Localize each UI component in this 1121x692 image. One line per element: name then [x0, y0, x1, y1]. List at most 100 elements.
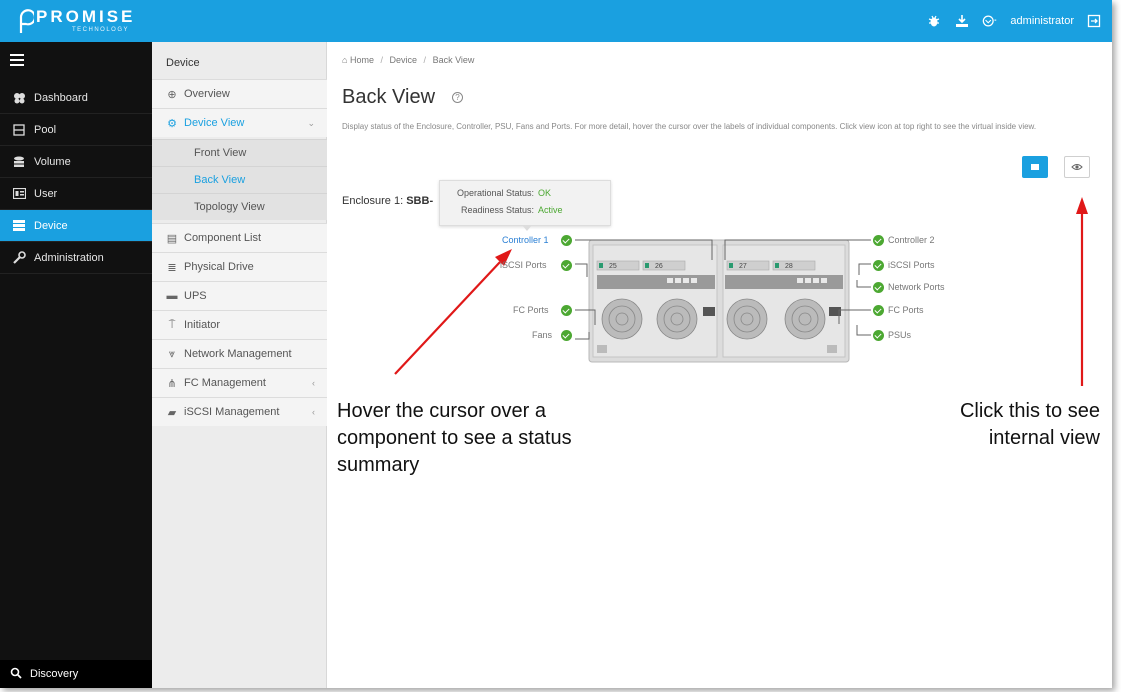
iscsi-ports-left-label[interactable]: iSCSI Ports [500, 260, 547, 270]
gear-icon: ⚙ [167, 117, 177, 130]
page-description: Display status of the Enclosure, Control… [342, 122, 1037, 131]
fans-status-icon [561, 330, 572, 341]
fc-ports-right-label[interactable]: FC Ports [888, 305, 924, 315]
readiness-status-label: Readiness Status: [460, 205, 534, 215]
battery-icon: ▬ [166, 290, 178, 302]
controller-1-status-icon [561, 235, 572, 246]
submenu-item-ups[interactable]: ▬ UPS [152, 281, 327, 310]
operational-status-label: Operational Status: [456, 188, 534, 198]
sidebar-item-dashboard[interactable]: Dashboard [0, 82, 152, 114]
tooltip-caret [522, 225, 532, 231]
readiness-status-value: Active [538, 205, 563, 215]
submenu-item-initiator[interactable]: ⍑ Initiator [152, 310, 327, 339]
breadcrumb-current: Back View [432, 55, 475, 65]
submenu-item-fc-management[interactable]: ⋔ FC Management ‹ [152, 368, 327, 397]
callout-line: Hover the cursor over a [337, 400, 546, 422]
breadcrumb: ⌂ Home / Device / Back View [342, 55, 475, 65]
sidebar-item-label: Volume [34, 155, 71, 168]
pool-icon [12, 123, 26, 136]
chevron-left-icon: ‹ [312, 407, 315, 417]
globe-icon: ⊕ [167, 88, 177, 101]
submenu-item-label: Physical Drive [184, 261, 254, 273]
sidebar-item-user[interactable]: User [0, 178, 152, 210]
promise-logo[interactable]: PROMISE TECHNOLOGY [12, 5, 152, 37]
submenu-item-label: FC Management [184, 377, 266, 389]
callout-line: internal view [988, 427, 1100, 449]
back-view-button[interactable] [1022, 156, 1048, 178]
submenu-item-label: Back View [194, 174, 246, 186]
discovery-label: Discovery [30, 668, 79, 680]
fc-ports-left-status-icon [561, 305, 572, 316]
page-title: Back View [342, 86, 436, 108]
submenu-header: Device [166, 57, 200, 69]
chevron-left-icon: ‹ [312, 378, 315, 388]
top-bar: PROMISE TECHNOLOGY administrator [0, 0, 1112, 42]
submenu-item-component-list[interactable]: ▤ Component List [152, 223, 327, 252]
fc-ports-right-status-icon [873, 305, 884, 316]
callout-line: summary [337, 454, 420, 476]
sidebar-item-pool[interactable]: Pool [0, 114, 152, 146]
sidebar-item-label: Administration [34, 251, 104, 264]
submenu-item-label: Network Management [184, 348, 292, 360]
user-name[interactable]: administrator [1010, 15, 1074, 27]
submenu-item-iscsi-management[interactable]: ▰ iSCSI Management ‹ [152, 397, 327, 426]
main-content: ⌂ Home / Device / Back View Back View ? … [327, 42, 1112, 688]
submenu-item-back-view[interactable]: Back View [152, 166, 327, 193]
submenu-item-device-view[interactable]: ⚙ Device View ⌄ [152, 108, 327, 137]
submenu-item-topology-view[interactable]: Topology View [152, 193, 327, 220]
sidebar-item-label: User [34, 187, 58, 200]
user-status-icon[interactable] [982, 13, 998, 29]
internal-view-button[interactable] [1064, 156, 1090, 178]
submenu-item-physical-drive[interactable]: ≣ Physical Drive [152, 252, 327, 281]
psus-label[interactable]: PSUs [888, 330, 911, 340]
download-icon[interactable] [954, 13, 970, 29]
port-label: 25 [609, 263, 617, 270]
logout-icon[interactable] [1086, 13, 1102, 29]
sidebar-item-volume[interactable]: Volume [0, 146, 152, 178]
submenu-item-label: iSCSI Management [184, 406, 280, 418]
search-icon [10, 667, 22, 682]
network-ports-label[interactable]: Network Ports [888, 282, 945, 292]
submenu-item-front-view[interactable]: Front View [152, 139, 327, 166]
bug-icon[interactable] [926, 13, 942, 29]
eye-icon [1071, 164, 1083, 170]
sidebar-item-administration[interactable]: Administration [0, 242, 152, 274]
submenu-item-label: UPS [184, 290, 207, 302]
wrench-icon [12, 251, 26, 264]
dashboard-icon [12, 92, 26, 104]
submenu-item-label: Front View [194, 147, 247, 159]
submenu-item-network-management[interactable]: ⩔ Network Management [152, 339, 327, 368]
internal-view-callout: Click this to see internal view [960, 398, 1100, 452]
iscsi-icon: ▰ [167, 406, 177, 419]
breadcrumb-home[interactable]: Home [350, 55, 374, 65]
fc-ports-left-label[interactable]: FC Ports [513, 305, 549, 315]
device-submenu: Device ⊕ Overview ⚙ Device View ⌄ Front … [152, 42, 327, 688]
submenu-item-overview[interactable]: ⊕ Overview [152, 79, 327, 108]
help-icon[interactable]: ? [452, 92, 463, 103]
sidebar-item-device[interactable]: Device [0, 210, 152, 242]
hamburger-menu-icon[interactable] [10, 54, 28, 68]
port-label: 28 [785, 263, 793, 270]
submenu-item-label: Device View [184, 117, 245, 129]
device-icon [12, 220, 26, 232]
sidebar-item-label: Device [34, 219, 68, 232]
port-label: 27 [739, 263, 747, 270]
top-bar-icons: administrator [926, 11, 1102, 31]
fans-label[interactable]: Fans [532, 330, 552, 340]
main-sidebar: Dashboard Pool Volume User Device Admini… [0, 42, 152, 688]
antenna-icon: ⍑ [168, 318, 176, 331]
iscsi-ports-right-status-icon [873, 260, 884, 271]
hover-callout: Hover the cursor over a component to see… [337, 398, 572, 479]
enclosure-back-image[interactable]: 25 26 27 28 [527, 237, 857, 367]
breadcrumb-device[interactable]: Device [390, 55, 418, 65]
enclosure-label: Enclosure 1: SBB- [342, 195, 433, 207]
user-icon [12, 188, 26, 200]
discovery-button[interactable]: Discovery [0, 660, 152, 688]
iscsi-ports-right-label[interactable]: iSCSI Ports [888, 260, 935, 270]
brand-sub: TECHNOLOGY [72, 27, 130, 33]
controller-2-label[interactable]: Controller 2 [888, 235, 935, 245]
port-label: 26 [655, 263, 663, 270]
operational-status-value: OK [538, 188, 552, 198]
controller-1-label[interactable]: Controller 1 [502, 235, 549, 245]
controller-2-status-icon [873, 235, 884, 246]
